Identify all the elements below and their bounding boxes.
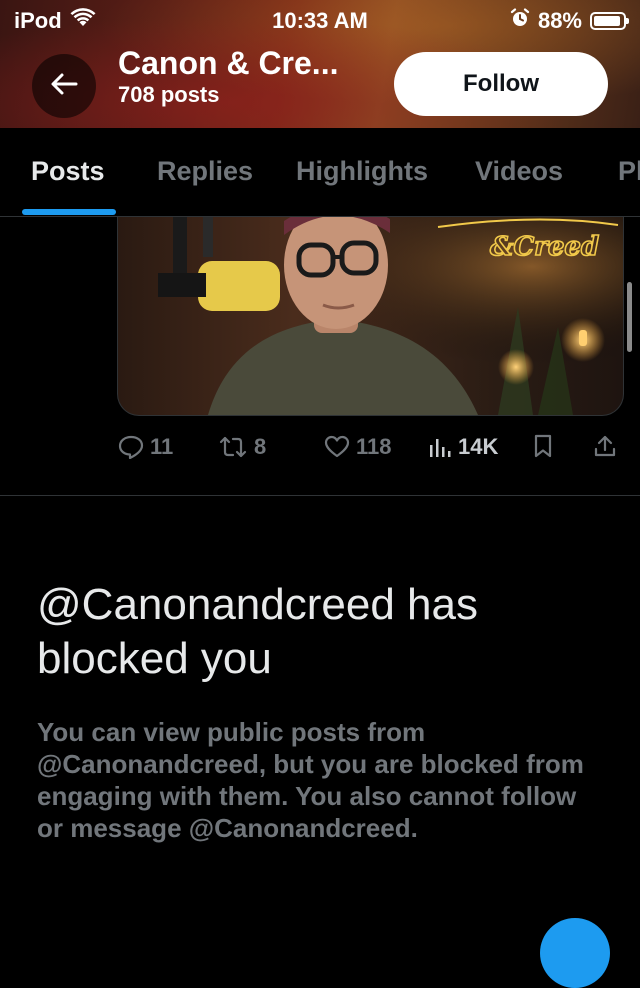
post-divider [0,495,640,496]
tab-posts[interactable]: Posts [31,156,105,187]
blocked-description: You can view public posts from @Canonand… [37,717,584,843]
post-count: 708 posts [118,82,220,107]
post-actions-bar: 11 8 118 14K [0,430,640,470]
blocked-heading: @Canonandcreed has blocked you [37,580,478,683]
battery-icon [590,12,629,30]
profile-tabs: Posts Replies Highlights Videos Pl [0,128,640,217]
compose-fab-button[interactable] [540,918,610,988]
media-scene: &Creed [118,217,623,415]
active-tab-indicator [22,209,116,215]
arrow-left-icon [50,72,78,101]
tab-videos[interactable]: Videos [475,156,563,187]
repost-button[interactable]: 8 [218,434,266,460]
tab-highlights[interactable]: Highlights [296,156,428,187]
share-icon [593,434,617,458]
alarm-icon [510,8,530,34]
back-button[interactable] [32,54,96,118]
tab-replies[interactable]: Replies [157,156,253,187]
heart-icon [324,435,350,459]
reply-button[interactable]: 11 [118,434,173,460]
view-count: 14K [458,434,499,459]
status-bar: iPod 10:33 AM 88% [0,0,640,40]
reply-count: 11 [150,434,174,459]
repost-count: 8 [254,434,267,459]
follow-button[interactable]: Follow [394,52,608,116]
views-button[interactable]: 14K [428,434,498,460]
profile-header-info: Canon & Cre... 708 posts [118,44,338,108]
bookmark-button[interactable] [532,434,554,458]
scroll-indicator[interactable] [627,282,632,352]
post-media-image[interactable]: &Creed [117,217,624,416]
tab-photos[interactable]: Pl [618,156,640,187]
profile-name: Canon & Cre... [118,45,339,81]
reply-icon [118,435,144,459]
like-count: 118 [356,434,392,459]
neon-sign-text: &Creed [490,232,599,262]
repost-icon [218,435,248,459]
bookmark-icon [532,434,554,458]
views-chart-icon [428,435,452,459]
battery-percent: 88% [537,8,582,33]
like-button[interactable]: 118 [324,434,392,460]
share-button[interactable] [593,434,617,458]
